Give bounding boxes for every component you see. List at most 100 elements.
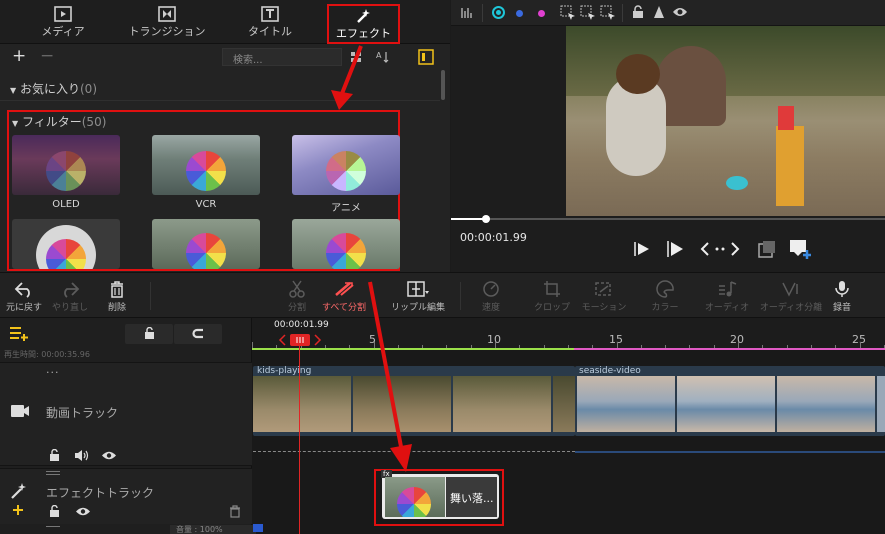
color-button[interactable]: カラー [635, 280, 695, 313]
red-toy [778, 106, 794, 130]
snapshot-icon[interactable] [757, 239, 777, 259]
playhead-handle[interactable] [278, 333, 322, 347]
divider [622, 4, 623, 22]
volume-readout: 音量 : 100% [170, 525, 256, 534]
child-hair [616, 54, 660, 94]
filter-thumb[interactable] [12, 219, 120, 269]
color-picker-icon[interactable] [492, 6, 505, 19]
filter-thumb[interactable] [152, 219, 260, 269]
drag-handle[interactable] [46, 471, 60, 472]
motion-button[interactable]: モーション [574, 280, 634, 313]
crop-icon [544, 281, 560, 297]
lock-toggle-button[interactable] [125, 324, 173, 344]
transition-icon [158, 6, 176, 22]
library-scrollbar[interactable] [441, 70, 445, 100]
search-input[interactable]: 検索... [222, 48, 342, 66]
ruler-label: 10 [487, 333, 501, 346]
prev-frame-icon[interactable] [632, 239, 652, 259]
mic-icon [835, 281, 849, 297]
clip-frame [553, 376, 575, 432]
lock-icon[interactable] [49, 505, 60, 518]
panel-toggle-icon[interactable] [418, 49, 434, 65]
filter-thumb-vcr[interactable] [152, 135, 260, 195]
svg-text:A: A [376, 51, 382, 60]
blue-dot-icon[interactable] [516, 10, 523, 17]
filter-thumb[interactable] [292, 219, 400, 269]
umbrella-image [46, 151, 86, 191]
vignette-image [36, 225, 96, 269]
volume-icon[interactable] [74, 449, 89, 462]
speed-button[interactable]: 速度 [461, 280, 521, 313]
playhead-line[interactable] [299, 340, 300, 534]
clip-frame [877, 376, 885, 432]
video-camera-icon [11, 405, 29, 417]
blue-toy [726, 176, 748, 190]
clip-frame [777, 376, 875, 432]
color-icon [656, 280, 674, 298]
filters-section-header[interactable]: ▼ フィルター(50) [12, 113, 106, 130]
selection-tool-icon[interactable] [600, 5, 616, 21]
drag-handle[interactable] [46, 526, 60, 527]
mark-in-out-icon[interactable] [700, 240, 740, 258]
effect-track-label: エフェクトトラック [46, 486, 155, 500]
woman-figure [656, 46, 726, 126]
audio-track-line [575, 451, 885, 453]
tab-title[interactable]: タイトル [235, 4, 305, 42]
speed-icon [483, 281, 499, 297]
playhead-timecode: 00:00:01.99 [274, 320, 329, 330]
tab-effect[interactable]: エフェクト [327, 4, 400, 44]
selection-tool-icon[interactable] [560, 5, 576, 21]
preview-progress-knob[interactable] [481, 215, 490, 223]
collapse-arrow-icon: ▼ [12, 119, 19, 128]
umbrella-image [46, 239, 86, 269]
filter-label: VCR [195, 199, 217, 210]
effect-wand-icon [356, 9, 370, 23]
add-to-timeline-icon[interactable] [788, 238, 812, 260]
crop-button[interactable]: クロップ [522, 280, 582, 313]
media-icon [54, 6, 72, 22]
title-icon [261, 6, 279, 22]
record-button[interactable]: 録音 [812, 280, 872, 313]
filter-label: アニメ [331, 203, 361, 214]
preview-progress-track[interactable] [451, 218, 885, 220]
pink-dot-icon[interactable] [538, 10, 545, 17]
lock-icon [145, 326, 154, 339]
filter-thumb-anime[interactable] [292, 135, 400, 195]
video-clip-seaside[interactable]: seaside-video [575, 366, 885, 436]
annotation-arrow [331, 45, 363, 110]
add-icon[interactable]: + [12, 47, 26, 65]
duration-info: 再生時間: 00:00:35.96 [4, 350, 90, 359]
add-track-icon[interactable] [9, 325, 29, 341]
delete-button[interactable]: 削除 [87, 280, 147, 313]
drag-handle[interactable] [46, 474, 60, 475]
eye-icon[interactable] [75, 506, 91, 517]
lock-icon[interactable] [49, 449, 60, 462]
remove-icon[interactable]: − [40, 47, 54, 65]
motion-icon [595, 282, 611, 296]
selection-tool-icon[interactable] [580, 5, 596, 21]
trash-icon[interactable] [229, 505, 241, 518]
preview-timecode: 00:00:01.99 [460, 231, 527, 244]
track-more-icon[interactable]: ... [46, 363, 60, 376]
eye-icon[interactable] [672, 6, 688, 18]
preview-video[interactable] [566, 26, 885, 216]
umbrella-image [326, 151, 366, 191]
audio-detach-icon [782, 282, 798, 297]
sort-icon[interactable]: A [376, 50, 390, 64]
umbrella-image [186, 151, 226, 191]
filter-thumb-oled[interactable] [12, 135, 120, 195]
favorites-section-header[interactable]: ▼ お気に入り(0) [10, 80, 97, 97]
ruler-label: 20 [730, 333, 744, 346]
ruler-icon[interactable] [460, 6, 474, 20]
app-window: メディア トランジション タイトル エフェクト + − 検索... A ▼ お気… [0, 0, 885, 534]
lock-icon[interactable] [632, 5, 644, 19]
cone-icon[interactable] [652, 5, 666, 19]
play-icon[interactable] [665, 239, 685, 259]
tab-transition[interactable]: トランジション [122, 4, 212, 42]
tab-media[interactable]: メディア [28, 4, 98, 42]
divider [482, 4, 483, 22]
snap-toggle-button[interactable] [174, 324, 222, 344]
clip-frame [453, 376, 551, 432]
eye-icon[interactable] [101, 450, 117, 461]
audio-button[interactable]: オーディオ [697, 280, 757, 313]
